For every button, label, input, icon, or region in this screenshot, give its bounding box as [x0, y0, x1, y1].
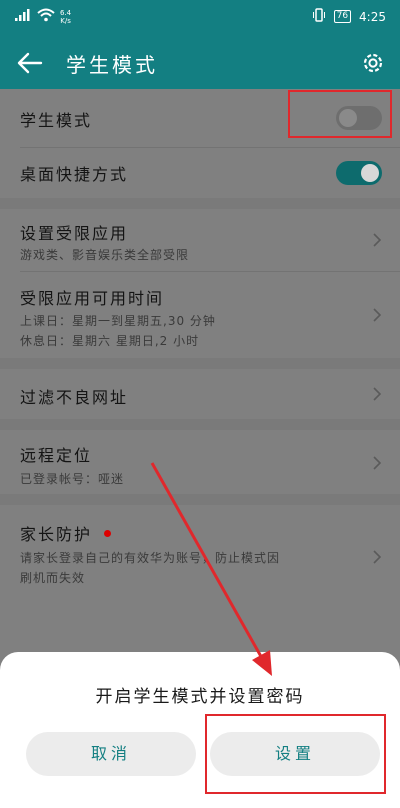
- annotation-highlight-button: [205, 714, 386, 794]
- app-bar: 学生模式: [0, 37, 400, 89]
- wifi-icon: [37, 8, 55, 25]
- back-arrow-icon[interactable]: [16, 51, 44, 75]
- cancel-button[interactable]: 取消: [26, 732, 196, 776]
- restricted-apps-row[interactable]: 设置受限应用 游戏类、影音娱乐类全部受限: [0, 209, 400, 271]
- parent-protect-desc-line1: 请家长登录自己的有效华为账号，防止模式因: [20, 551, 281, 565]
- available-time-row[interactable]: 受限应用可用时间 上课日：星期一到星期五,30 分钟 休息日：星期六 星期日,2…: [0, 272, 400, 358]
- notification-dot: [104, 530, 111, 537]
- chevron-right-icon: [373, 233, 382, 247]
- restricted-apps-desc: 游戏类、影音娱乐类全部受限: [20, 248, 190, 262]
- chevron-right-icon: [373, 308, 382, 322]
- gear-icon[interactable]: [360, 50, 386, 76]
- section-gap: [0, 494, 400, 505]
- remote-locate-row[interactable]: 远程定位 已登录帐号：哑迷: [0, 430, 400, 494]
- section-gap: [0, 358, 400, 369]
- status-bar: 6.4 K/s 76 4:25: [0, 0, 400, 37]
- signal-icon: [14, 8, 32, 25]
- desktop-shortcut-row[interactable]: 桌面快捷方式: [0, 148, 400, 198]
- section-gap: [0, 198, 400, 209]
- annotation-highlight-toggle: [288, 90, 392, 138]
- chevron-right-icon: [373, 456, 382, 470]
- dialog-title: 开启学生模式并设置密码: [95, 687, 305, 707]
- parent-protect-desc-line2: 刷机而失效: [20, 571, 86, 585]
- chevron-right-icon: [373, 387, 382, 401]
- parent-protect-label: 家长防护: [20, 525, 93, 544]
- chevron-right-icon: [373, 550, 382, 564]
- available-time-label: 受限应用可用时间: [20, 289, 165, 308]
- battery-icon: 76: [333, 10, 352, 23]
- available-time-weekday: 上课日：星期一到星期五,30 分钟: [20, 314, 216, 328]
- page-title: 学生模式: [66, 53, 158, 77]
- section-gap: [0, 419, 400, 430]
- network-speed: 6.4 K/s: [60, 8, 72, 25]
- desktop-shortcut-toggle[interactable]: [336, 161, 382, 185]
- restricted-apps-label: 设置受限应用: [20, 224, 129, 243]
- vibrate-icon: [312, 8, 326, 25]
- clock: 4:25: [359, 9, 386, 24]
- desktop-shortcut-label: 桌面快捷方式: [20, 165, 129, 184]
- toggle-knob: [361, 164, 379, 182]
- student-mode-label: 学生模式: [20, 111, 93, 130]
- available-time-weekend: 休息日：星期六 星期日,2 小时: [20, 334, 200, 348]
- parent-protect-row[interactable]: 家长防护 请家长登录自己的有效华为账号，防止模式因 刷机而失效: [0, 505, 400, 595]
- filter-label: 过滤不良网址: [20, 388, 129, 407]
- filter-row[interactable]: 过滤不良网址: [0, 369, 400, 419]
- remote-locate-label: 远程定位: [20, 446, 93, 465]
- remote-locate-account: 已登录帐号：哑迷: [20, 472, 125, 486]
